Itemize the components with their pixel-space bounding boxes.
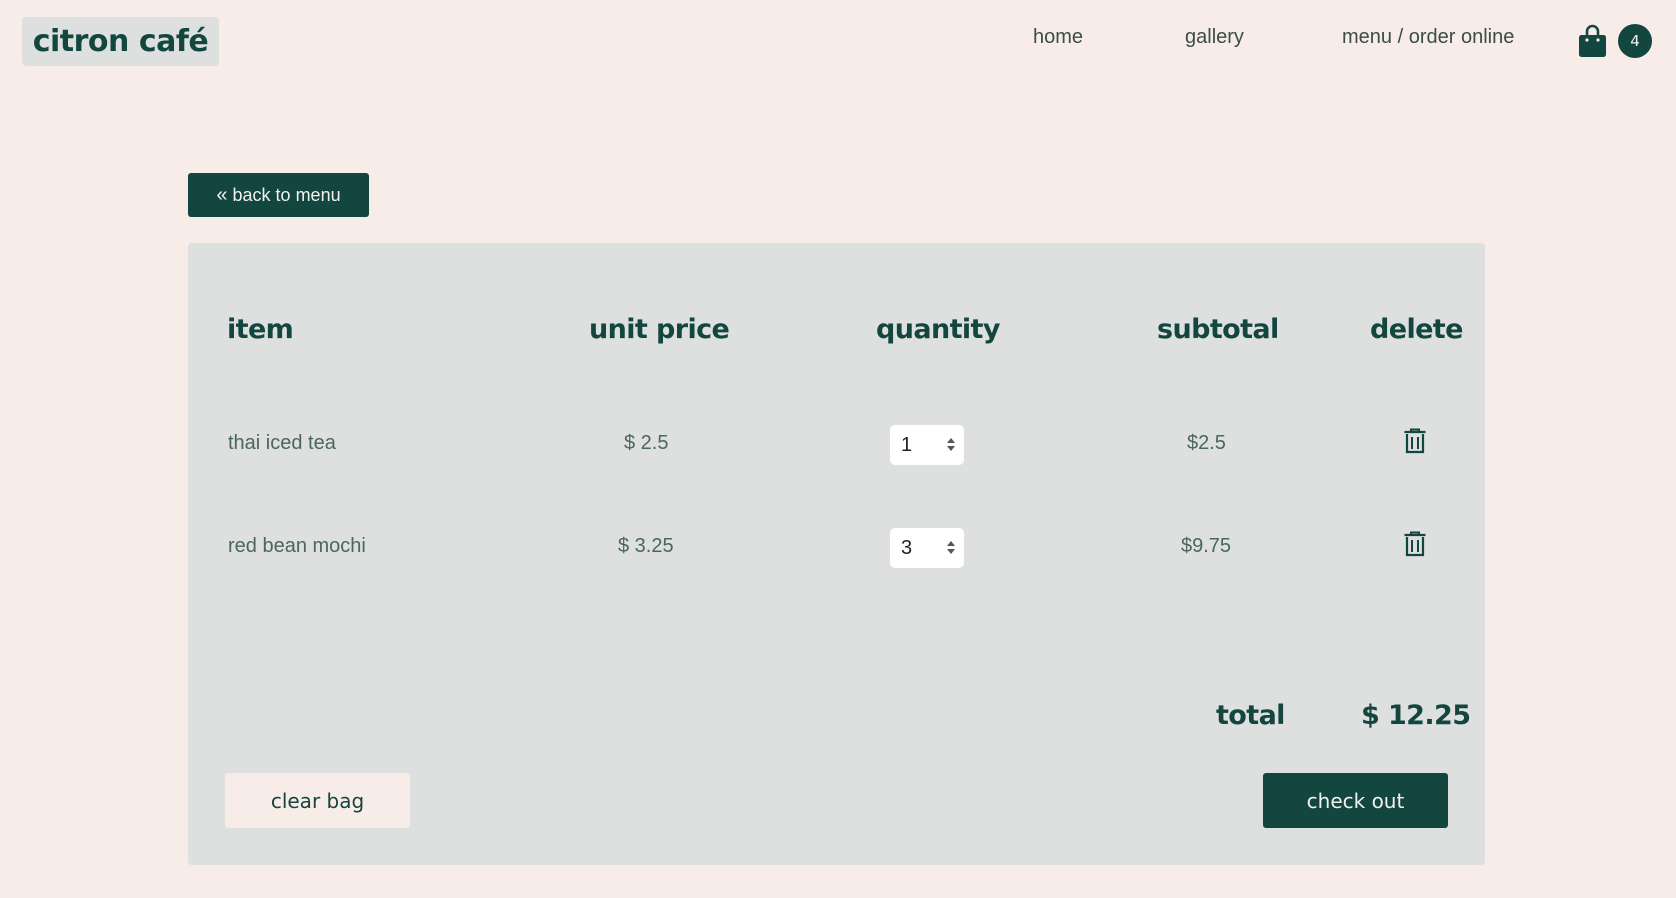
subtotal: $2.5 [1187,432,1226,454]
double-chevron-left-icon: « [216,183,228,206]
item-name: red bean mochi [228,535,366,557]
nav-gallery[interactable]: gallery [1185,26,1244,49]
shopping-bag-icon[interactable] [1578,24,1607,58]
quantity-value: 3 [901,536,913,559]
column-header-unit-price: unit price [589,314,730,345]
nav-menu-order-online[interactable]: menu / order online [1342,26,1514,49]
back-to-menu-button[interactable]: « back to menu [188,173,369,217]
spinner-arrows-icon[interactable] [946,539,956,556]
column-header-item: item [227,314,294,345]
trash-icon[interactable] [1403,428,1427,454]
column-header-delete: delete [1370,314,1463,345]
column-header-quantity: quantity [876,314,1000,345]
total-value: $ 12.25 [1361,700,1471,731]
clear-bag-button[interactable]: clear bag [225,773,410,828]
total-label: total [1216,700,1285,731]
quantity-stepper[interactable]: 1 [890,425,964,465]
brand-logo[interactable]: citron café [22,17,219,66]
trash-icon[interactable] [1403,531,1427,557]
check-out-button[interactable]: check out [1263,773,1448,828]
back-to-menu-label: back to menu [232,184,341,205]
nav-home[interactable]: home [1033,26,1083,49]
unit-price: $ 2.5 [624,432,669,454]
quantity-stepper[interactable]: 3 [890,528,964,568]
unit-price: $ 3.25 [618,535,674,557]
cart-panel: item unit price quantity subtotal delete… [188,243,1485,865]
subtotal: $9.75 [1181,535,1232,557]
column-header-subtotal: subtotal [1157,314,1279,345]
item-name: thai iced tea [228,432,336,454]
bag-count-badge[interactable]: 4 [1618,24,1652,58]
quantity-value: 1 [901,433,913,456]
spinner-arrows-icon[interactable] [946,436,956,453]
